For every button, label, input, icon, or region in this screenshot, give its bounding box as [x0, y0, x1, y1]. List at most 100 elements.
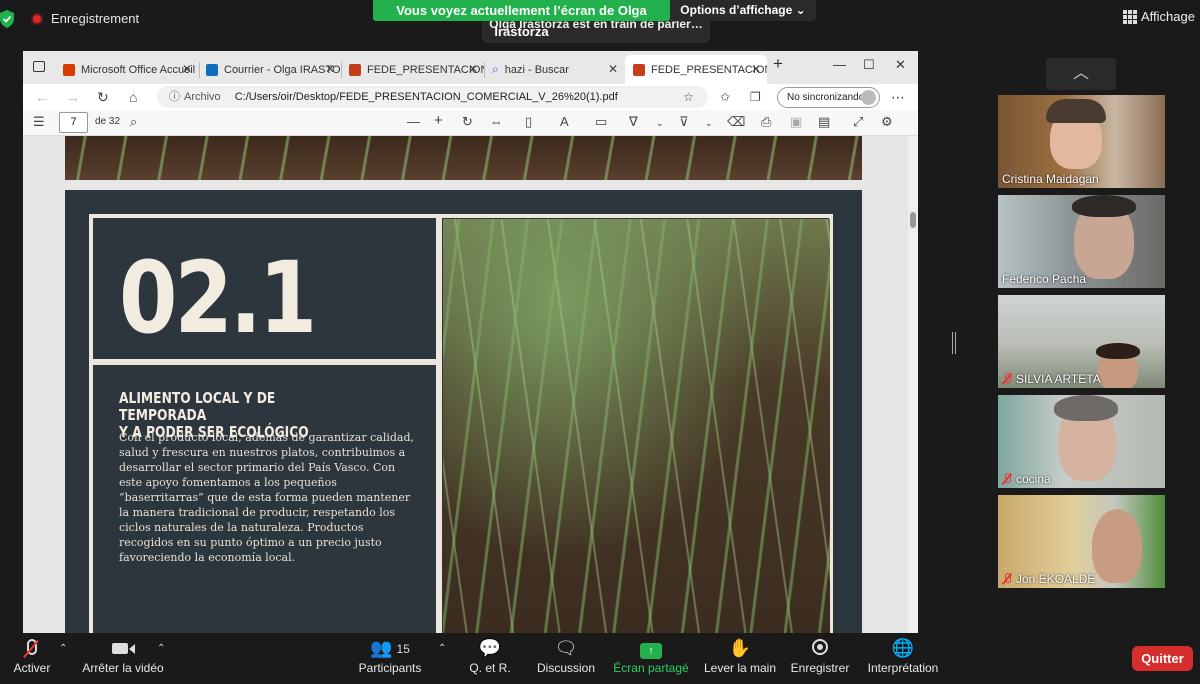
contents-icon[interactable]: ☰ [33, 114, 45, 130]
more-icon[interactable]: ⋯ [891, 89, 905, 106]
toolbar-label: Activer [13, 661, 51, 675]
collections-icon[interactable]: ❐ [750, 90, 761, 104]
close-tab-icon[interactable]: ✕ [468, 62, 478, 76]
participant-tile[interactable]: cocina [998, 395, 1165, 488]
draw-icon[interactable]: ∇ [629, 114, 638, 130]
view-button[interactable]: Affichage [1123, 9, 1195, 24]
pdf-viewer[interactable]: 02.1 ALIMENTO LOCAL Y DE TEMPORADA Y A P… [23, 136, 908, 633]
chevron-up-icon[interactable]: ⌃ [157, 643, 165, 654]
tab-search[interactable]: ⌕ hazi - Buscar ✕ [484, 55, 624, 84]
print-icon[interactable]: ⎙ [761, 114, 771, 130]
back-icon[interactable]: ← [35, 89, 49, 105]
toolbar-label: Lever la main [703, 661, 777, 675]
home-icon[interactable]: ⌂ [129, 89, 137, 105]
zoom-out-icon[interactable]: — [407, 114, 420, 129]
settings-gear-icon[interactable]: ⚙ [881, 114, 893, 130]
url-prefix: Archivo [184, 91, 221, 103]
chevron-down-icon[interactable]: ⌄ [656, 118, 664, 129]
eraser-icon[interactable]: ⌫ [727, 114, 745, 130]
office-icon [63, 63, 75, 76]
avatar-icon [861, 90, 876, 105]
muted-mic-icon [1002, 473, 1012, 485]
chevron-down-icon[interactable]: ⌄ [705, 118, 713, 129]
stop-video-button[interactable]: Arrêter la vidéo [78, 633, 168, 684]
chevron-up-icon[interactable]: ⌃ [438, 643, 446, 654]
fullscreen-icon[interactable]: ⤢ [853, 114, 863, 130]
close-tab-icon[interactable]: ✕ [325, 62, 335, 76]
chevron-up-icon[interactable]: ⌃ [59, 643, 67, 654]
toolbar-label: Enregistrer [790, 661, 850, 675]
zoom-top-bar: Enregistrement Olga Irastorza est en tra… [0, 0, 1200, 43]
page-view-icon[interactable]: ▯ [525, 114, 532, 130]
save-icon[interactable]: ▣ [790, 114, 802, 130]
participant-tile[interactable]: Jon EKOALDE [998, 495, 1165, 588]
forward-icon[interactable]: → [66, 89, 80, 105]
unmute-button[interactable]: Activer [8, 633, 56, 684]
zoom-toolbar: Activer ⌃ Arrêter la vidéo ⌃ 👥 15 Partici… [0, 633, 1200, 684]
raise-hand-button[interactable]: ✋ Lever la main [700, 633, 780, 684]
toolbar-label: Participants [358, 661, 422, 675]
pdf-icon [349, 63, 361, 76]
tab-actions-icon[interactable] [33, 61, 45, 72]
tab-bar: Microsoft Office Accueil ✕ Courrier - Ol… [23, 51, 918, 84]
record-icon [786, 633, 854, 661]
participant-tile[interactable]: Cristina Maidagan [998, 95, 1165, 188]
read-aloud-icon[interactable]: A [560, 114, 569, 129]
maximize-icon[interactable]: ☐ [863, 57, 875, 73]
url-field[interactable]: ⓘ Archivo C:/Users/oir/Desktop/FEDE_PRESEN… [157, 86, 708, 108]
new-tab-icon[interactable]: + [773, 54, 783, 74]
share-screen-button[interactable]: ↑ Écran partagé [610, 633, 692, 684]
close-tab-icon[interactable]: ✕ [751, 62, 761, 76]
tab-pdf-active[interactable]: FEDE_PRESENTACION_CO ✕ [625, 55, 767, 84]
zoom-in-icon[interactable]: + [434, 112, 443, 129]
add-favorite-icon[interactable]: ☆ [683, 90, 694, 104]
profile-sync-button[interactable]: No sincronizando [777, 87, 880, 108]
record-button[interactable]: Enregistrer [786, 633, 854, 684]
section-number: 02.1 [119, 240, 317, 356]
section-body: Con el producto local, además de garanti… [119, 431, 414, 564]
address-bar: ← → ↻ ⌂ ⓘ Archivo C:/Users/oir/Desktop/FED… [23, 84, 918, 110]
participant-name: SILVIA ARTETA [1002, 372, 1101, 386]
chat-button[interactable]: 🗨 Discussion [532, 633, 600, 684]
previous-page-photo [65, 136, 862, 180]
minimize-icon[interactable]: — [833, 57, 846, 72]
text-box-icon[interactable]: ▭ [595, 114, 607, 130]
tab-office[interactable]: Microsoft Office Accueil ✕ [55, 55, 198, 84]
collapse-videos-button[interactable]: ︿ [1046, 58, 1116, 90]
slide-divider [89, 359, 438, 365]
scroll-thumb[interactable] [910, 212, 916, 228]
fit-page-icon[interactable]: ⇔ [490, 114, 503, 129]
security-shield-icon[interactable] [0, 10, 14, 28]
close-window-icon[interactable]: ✕ [895, 57, 906, 73]
panel-resize-handle[interactable] [952, 332, 956, 354]
raise-hand-icon: ✋ [728, 638, 752, 658]
refresh-icon[interactable]: ↻ [97, 89, 109, 106]
tab-mail[interactable]: Courrier - Olga IRASTORZ ✕ [198, 55, 341, 84]
tab-label: FEDE_PRESENTACION_CO [651, 63, 767, 76]
leave-meeting-button[interactable]: Quitter [1132, 646, 1193, 671]
close-tab-icon[interactable]: ✕ [608, 62, 618, 76]
favorites-icon[interactable]: ✩ [720, 90, 730, 104]
participant-video [1072, 195, 1136, 217]
interpretation-button[interactable]: 🌐 Interprétation [862, 633, 944, 684]
participant-video [1092, 509, 1142, 583]
qa-button[interactable]: 💬 Q. et R. [465, 633, 515, 684]
highlight-icon[interactable]: ⊽ [679, 114, 689, 130]
participant-tile[interactable]: SILVIA ARTETA [998, 295, 1165, 388]
pdf-scrollbar[interactable] [908, 136, 918, 633]
participant-video [1046, 99, 1106, 123]
tab-pdf-1[interactable]: FEDE_PRESENTACION_CO ✕ [341, 55, 484, 84]
rotate-icon[interactable]: ↻ [462, 114, 473, 130]
page-number-input[interactable]: 7 [59, 112, 88, 133]
participants-button[interactable]: 👥 15 Participants [355, 633, 425, 684]
save-as-icon[interactable]: ▤ [818, 114, 830, 130]
close-tab-icon[interactable]: ✕ [182, 62, 192, 76]
view-button-label: Affichage [1141, 9, 1195, 24]
view-options-button[interactable]: Options d’affichage ⌄ [670, 0, 816, 21]
participant-tile[interactable]: Federico Pacha [998, 195, 1165, 288]
pdf-toolbar: ☰ 7 de 32 ⌕ — + ↻ ⇔ ▯ A ▭ ∇ ⌄ ⊽ ⌄ ⌫ ⎙ ▣ … [23, 110, 918, 136]
search-icon: ⌕ [492, 62, 499, 76]
search-icon[interactable]: ⌕ [130, 114, 137, 130]
tab-label: Courrier - Olga IRASTORZ [224, 63, 341, 76]
browser-window: Microsoft Office Accueil ✕ Courrier - Ol… [23, 51, 918, 633]
